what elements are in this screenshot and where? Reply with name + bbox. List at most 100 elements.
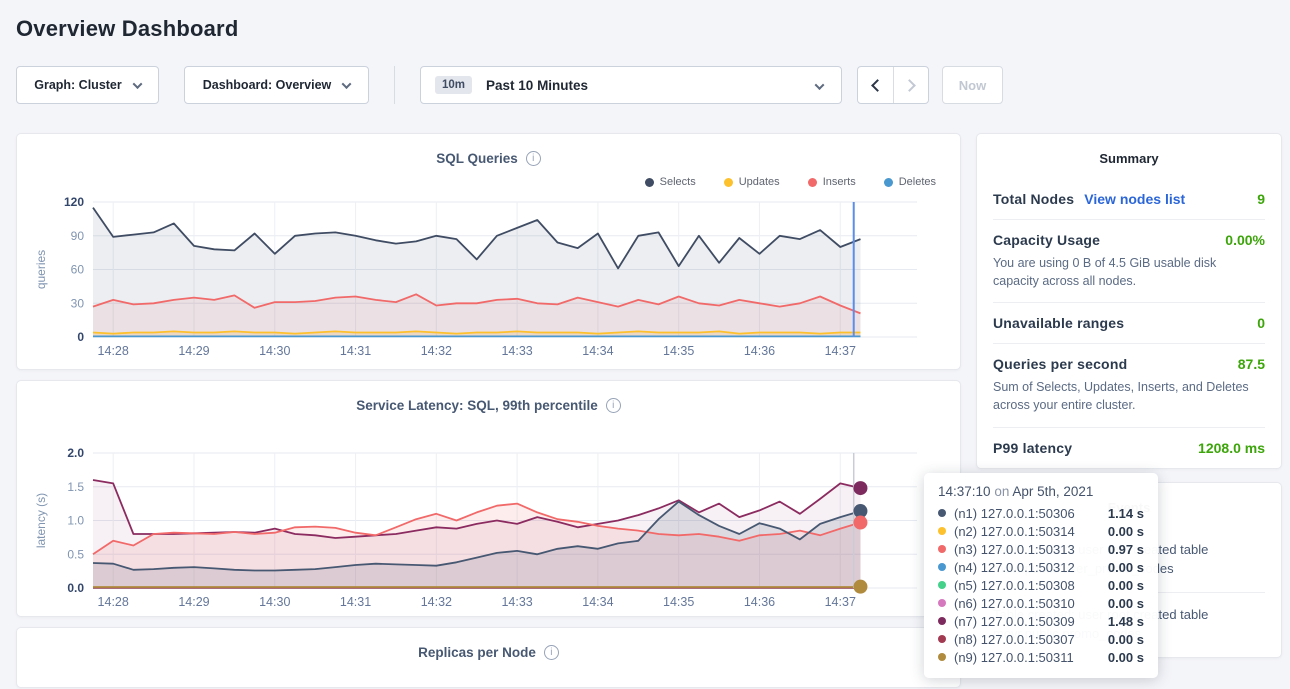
svg-text:14:35: 14:35 (663, 595, 694, 609)
time-step-back-button[interactable] (858, 67, 893, 103)
node-color-dot-icon (938, 581, 946, 589)
tooltip-node-value: 0.97 s (1108, 542, 1144, 557)
tooltip-time: 14:37:10 (938, 484, 991, 499)
summary-value: 87.5 (1238, 356, 1265, 372)
legend-label: Inserts (823, 176, 856, 188)
tooltip-node-row: (n4) 127.0.0.1:50312 0.00 s (938, 558, 1144, 576)
tooltip-node-label: (n9) 127.0.0.1:50311 (954, 650, 1074, 665)
tooltip-node-row: (n6) 127.0.0.1:50310 0.00 s (938, 594, 1144, 612)
info-icon[interactable] (544, 645, 559, 660)
time-step-button-group (857, 66, 929, 104)
legend-item-selects: Selects (645, 174, 696, 190)
legend-item-inserts: Inserts (808, 174, 856, 190)
service-latency-chart[interactable]: 0.00.51.01.52.014:2814:2914:3014:3114:32… (31, 443, 948, 617)
time-window-badge: 10m (435, 76, 472, 94)
info-icon[interactable] (606, 398, 621, 413)
summary-value: 9 (1257, 191, 1265, 207)
summary-row-head: Capacity Usage0.00% (993, 232, 1265, 248)
svg-text:14:37: 14:37 (825, 344, 856, 358)
summary-label: Total Nodes (993, 191, 1074, 207)
summary-label: Queries per second (993, 356, 1127, 372)
tooltip-node-label: (n8) 127.0.0.1:50307 (954, 632, 1075, 647)
summary-value: 0 (1257, 315, 1265, 331)
tooltip-node-value: 0.00 s (1108, 632, 1144, 647)
tooltip-node-label: (n3) 127.0.0.1:50313 (954, 542, 1075, 557)
node-color-dot-icon (938, 599, 946, 607)
chart-hover-tooltip: 14:37:10 on Apr 5th, 2021 (n1) 127.0.0.1… (924, 473, 1158, 678)
summary-label: Unavailable ranges (993, 315, 1124, 331)
tooltip-node-row: (n7) 127.0.0.1:50309 1.48 s (938, 612, 1144, 630)
tooltip-node-value: 0.00 s (1108, 650, 1144, 665)
svg-text:0: 0 (77, 330, 84, 344)
svg-text:14:35: 14:35 (663, 344, 694, 358)
svg-text:14:30: 14:30 (259, 344, 290, 358)
legend-label: Updates (739, 176, 780, 188)
svg-text:120: 120 (64, 195, 84, 209)
tooltip-node-value: 1.14 s (1108, 506, 1144, 521)
dashboard-dropdown-label: Dashboard: Overview (203, 78, 332, 92)
toolbar: Graph: Cluster Dashboard: Overview 10m P… (16, 66, 1282, 104)
tooltip-node-value: 0.00 s (1108, 596, 1144, 611)
svg-text:14:34: 14:34 (582, 344, 613, 358)
svg-text:14:36: 14:36 (744, 595, 775, 609)
tooltip-node-label: (n7) 127.0.0.1:50309 (954, 614, 1075, 629)
tooltip-timestamp: 14:37:10 on Apr 5th, 2021 (938, 484, 1144, 499)
legend-label: Selects (660, 176, 696, 188)
summary-row: Capacity Usage0.00%You are using 0 B of … (993, 220, 1265, 303)
svg-text:14:34: 14:34 (582, 595, 613, 609)
node-color-dot-icon (938, 509, 946, 517)
tooltip-node-row: (n5) 127.0.0.1:503080.00 s (938, 576, 1144, 594)
now-button[interactable]: Now (942, 66, 1003, 104)
chart-title: Service Latency: SQL, 99th percentile (356, 398, 598, 413)
replicas-per-node-chart-card: Replicas per Node (16, 627, 961, 688)
tooltip-rows: (n1) 127.0.0.1:50306 1.14 s(n2) 127.0.0.1… (938, 504, 1144, 666)
svg-text:0.0: 0.0 (67, 581, 84, 595)
node-color-dot-icon (938, 617, 946, 625)
time-step-forward-button[interactable] (893, 67, 928, 103)
summary-row: P99 latency1208.0 ms (993, 428, 1265, 468)
tooltip-node-value: 1.48 s (1108, 614, 1144, 629)
summary-title: Summary (993, 134, 1265, 179)
svg-text:14:28: 14:28 (98, 344, 129, 358)
legend-label: Deletes (899, 176, 936, 188)
chevron-right-icon (903, 79, 916, 92)
toolbar-divider (394, 66, 395, 104)
chart-title-row: Replicas per Node (31, 642, 946, 662)
dashboard-dropdown[interactable]: Dashboard: Overview (184, 66, 369, 104)
legend-item-updates: Updates (724, 174, 780, 190)
chart-title-row: SQL Queries (31, 148, 946, 168)
chart-title: SQL Queries (436, 151, 518, 166)
tooltip-date: Apr 5th, 2021 (1012, 484, 1093, 499)
svg-text:0.5: 0.5 (67, 547, 84, 561)
svg-text:14:29: 14:29 (178, 595, 209, 609)
legend-dot-icon (724, 178, 733, 187)
sql-queries-chart[interactable]: 030609012014:2814:2914:3014:3114:3214:33… (31, 192, 948, 370)
info-icon[interactable] (526, 151, 541, 166)
chevron-down-icon (815, 80, 825, 90)
svg-text:14:31: 14:31 (340, 595, 371, 609)
tooltip-node-label: (n4) 127.0.0.1:50312 (954, 560, 1075, 575)
svg-text:queries: queries (34, 250, 48, 289)
summary-row: Total Nodes View nodes list 9 (993, 179, 1265, 220)
summary-description: Sum of Selects, Updates, Inserts, and De… (993, 378, 1265, 414)
svg-text:14:32: 14:32 (421, 344, 452, 358)
summary-label: Capacity Usage (993, 232, 1100, 248)
graph-scope-dropdown[interactable]: Graph: Cluster (16, 66, 159, 104)
tooltip-node-label: (n5) 127.0.0.1:50308 (954, 578, 1075, 593)
tooltip-node-row: (n2) 127.0.0.1:503140.00 s (938, 522, 1144, 540)
view-nodes-list-link[interactable]: View nodes list (1084, 191, 1185, 207)
summary-row-head: Total Nodes View nodes list 9 (993, 191, 1265, 207)
time-range-label: Past 10 Minutes (486, 78, 588, 93)
chart-title-row: Service Latency: SQL, 99th percentile (31, 395, 946, 415)
legend-dot-icon (645, 178, 654, 187)
time-range-dropdown[interactable]: 10m Past 10 Minutes (420, 66, 842, 104)
svg-text:1.5: 1.5 (67, 480, 84, 494)
svg-text:14:33: 14:33 (501, 595, 532, 609)
tooltip-node-value: 0.00 s (1108, 560, 1144, 575)
svg-text:1.0: 1.0 (67, 514, 84, 528)
summary-label: P99 latency (993, 440, 1072, 456)
tooltip-node-value: 0.00 s (1108, 524, 1144, 539)
tooltip-node-label: (n1) 127.0.0.1:50306 (954, 506, 1075, 521)
chevron-down-icon (342, 79, 352, 89)
tooltip-node-label: (n6) 127.0.0.1:50310 (954, 596, 1075, 611)
